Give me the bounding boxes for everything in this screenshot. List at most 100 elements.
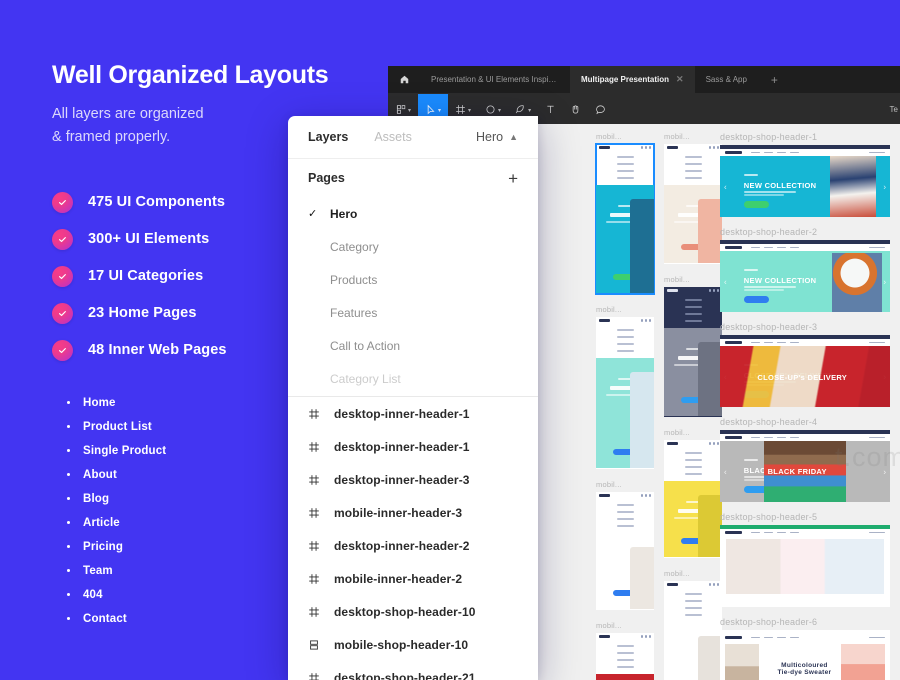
frame-label: desktop-shop-header-4 xyxy=(720,417,818,427)
text-tool-icon[interactable] xyxy=(538,94,563,124)
bullet-icon xyxy=(67,617,70,621)
frame-thumbnail[interactable] xyxy=(664,287,722,417)
tab-layers[interactable]: Layers xyxy=(308,130,348,144)
carousel-prev-icon[interactable]: ‹ xyxy=(724,277,727,286)
frame-icon xyxy=(308,672,334,680)
plus-icon[interactable]: + xyxy=(508,170,518,187)
frame-icon xyxy=(308,474,334,486)
layers-panel-header: Layers Assets Hero ▲ xyxy=(288,116,538,159)
canvas-frame[interactable]: mobil... xyxy=(664,428,722,558)
frame-thumbnail[interactable]: BLACK FRIDAY‹›BLACK FRIDAY xyxy=(720,430,890,502)
frame-label: desktop-shop-header-2 xyxy=(720,227,818,237)
page-list-item[interactable]: Category List xyxy=(288,362,538,395)
frame-thumbnail[interactable] xyxy=(596,633,654,680)
canvas-frame[interactable]: desktop-shop-header-3 CLOSE-UP's DELIVERY… xyxy=(720,322,890,407)
canvas-frame[interactable]: mobil... xyxy=(596,480,654,610)
screenshot-root: Well Organized Layouts All layers are or… xyxy=(0,0,900,680)
layer-label: mobile-inner-header-2 xyxy=(334,571,463,586)
pages-header-label: Pages xyxy=(308,171,345,185)
frame-label: mobil... xyxy=(664,275,690,284)
page-list-item-label: Category List xyxy=(330,371,401,386)
frame-icon xyxy=(308,606,334,618)
carousel-next-icon[interactable]: › xyxy=(883,277,886,286)
carousel-prev-icon[interactable]: ‹ xyxy=(724,467,727,476)
canvas-frame[interactable]: desktop-shop-header-4BLACK FRIDAY‹›BLACK… xyxy=(720,417,890,502)
frame-icon xyxy=(308,507,334,519)
frame-label: mobil... xyxy=(596,621,622,630)
bullet-icon xyxy=(67,521,70,525)
frame-thumbnail[interactable]: NEW COLLECTION ‹ › xyxy=(720,145,890,217)
frame-thumbnail[interactable] xyxy=(596,492,654,610)
layer-row[interactable]: desktop-shop-header-10 xyxy=(288,595,538,628)
bullet-icon xyxy=(67,425,70,429)
layer-row[interactable]: mobile-shop-header-10 xyxy=(288,628,538,661)
canvas-frame[interactable]: mobil... xyxy=(664,275,722,417)
carousel-next-icon[interactable]: › xyxy=(883,182,886,191)
canvas-frame[interactable]: mobil... xyxy=(595,132,655,295)
figma-tab[interactable]: Presentation & UI Elements Inspirati... xyxy=(420,66,570,93)
frame-thumbnail[interactable] xyxy=(664,440,722,558)
page-list-item[interactable]: ✓ Hero xyxy=(288,197,538,230)
layer-row[interactable]: desktop-inner-header-2 xyxy=(288,529,538,562)
page-list-item[interactable]: Category xyxy=(288,230,538,263)
layer-row[interactable]: desktop-inner-header-3 xyxy=(288,463,538,496)
home-icon[interactable] xyxy=(388,66,420,93)
frame-label: desktop-shop-header-6 xyxy=(720,617,818,627)
tab-assets[interactable]: Assets xyxy=(374,130,412,144)
new-tab-button[interactable]: + xyxy=(758,66,791,93)
page-name-label: Single Product xyxy=(83,444,167,457)
canvas-frame[interactable]: desktop-shop-header-5 FURNITURE xyxy=(720,512,890,607)
frame-label: mobil... xyxy=(664,428,690,437)
frame-thumbnail[interactable] xyxy=(595,143,655,295)
feature-label: 475 UI Components xyxy=(88,194,226,211)
layer-label: mobile-shop-header-10 xyxy=(334,637,469,652)
frame-icon xyxy=(308,441,334,453)
layer-row[interactable]: desktop-inner-header-1 xyxy=(288,397,538,430)
carousel-next-icon[interactable]: › xyxy=(883,467,886,476)
layers-list: desktop-inner-header-1 desktop-inner-head… xyxy=(288,397,538,680)
carousel-prev-icon[interactable]: ‹ xyxy=(724,182,727,191)
figma-tab[interactable]: Multipage Presentation ✕ xyxy=(570,66,695,93)
layer-row[interactable]: desktop-shop-header-21 xyxy=(288,661,538,680)
canvas-frame[interactable]: mobil... xyxy=(596,621,654,680)
pages-section-header: Pages + xyxy=(288,159,538,197)
page-name-label: Article xyxy=(83,516,120,529)
layer-row[interactable]: mobile-inner-header-2 xyxy=(288,562,538,595)
frame-icon xyxy=(308,408,334,420)
page-list-item-label: Products xyxy=(330,272,378,287)
comment-tool-icon[interactable] xyxy=(588,94,613,124)
frame-thumbnail[interactable]: CLOSE-UP's DELIVERY‹›CLOSE-UP's DELIVERY xyxy=(720,335,890,407)
frame-thumbnail[interactable] xyxy=(664,581,722,680)
close-icon[interactable]: ✕ xyxy=(676,75,684,84)
frame-thumbnail[interactable] xyxy=(596,317,654,469)
frame-thumbnail[interactable]: NEW COLLECTION ‹ › xyxy=(720,240,890,312)
mobile-frame-column-b: mobil... mobil... mobil... mobil... xyxy=(664,132,722,680)
frame-label: desktop-shop-header-1 xyxy=(720,132,818,142)
hero-headline: NEW COLLECTION xyxy=(743,181,817,190)
canvas-frame[interactable]: desktop-shop-header-2 NEW COLLECTION ‹ › xyxy=(720,227,890,312)
frame-label: mobil... xyxy=(596,480,622,489)
canvas-frame[interactable]: mobil... xyxy=(596,305,654,469)
canvas-frame[interactable]: mobil... xyxy=(664,132,722,264)
frame-label: mobil... xyxy=(596,305,622,314)
layer-label: desktop-shop-header-10 xyxy=(334,604,476,619)
layer-row[interactable]: desktop-inner-header-1 xyxy=(288,430,538,463)
frame-icon xyxy=(308,540,334,552)
figma-tab[interactable]: Sass & App xyxy=(695,66,758,93)
page-list-item[interactable]: Call to Action xyxy=(288,329,538,362)
canvas-frame[interactable]: desktop-shop-header-1 NEW COLLECTION ‹ › xyxy=(720,132,890,217)
checkmark-icon: ✓ xyxy=(308,208,318,220)
canvas-frame[interactable]: desktop-shop-header-6 Multicoloured Tie-d… xyxy=(720,617,890,680)
page-selector[interactable]: Hero ▲ xyxy=(476,130,518,144)
frame-thumbnail[interactable]: FURNITURE xyxy=(720,525,890,607)
canvas-frame[interactable]: mobil... xyxy=(664,569,722,680)
frame-thumbnail[interactable] xyxy=(664,144,722,264)
page-list-item[interactable]: Features xyxy=(288,296,538,329)
layer-label: desktop-inner-header-3 xyxy=(334,472,470,487)
feature-label: 23 Home Pages xyxy=(88,305,197,322)
frame-thumbnail[interactable]: Multicoloured Tie-dye Sweater xyxy=(720,630,890,680)
hand-tool-icon[interactable] xyxy=(563,94,588,124)
layer-row[interactable]: mobile-inner-header-3 xyxy=(288,496,538,529)
page-list-item[interactable]: Products xyxy=(288,263,538,296)
page-list-item-label: Features xyxy=(330,305,378,320)
